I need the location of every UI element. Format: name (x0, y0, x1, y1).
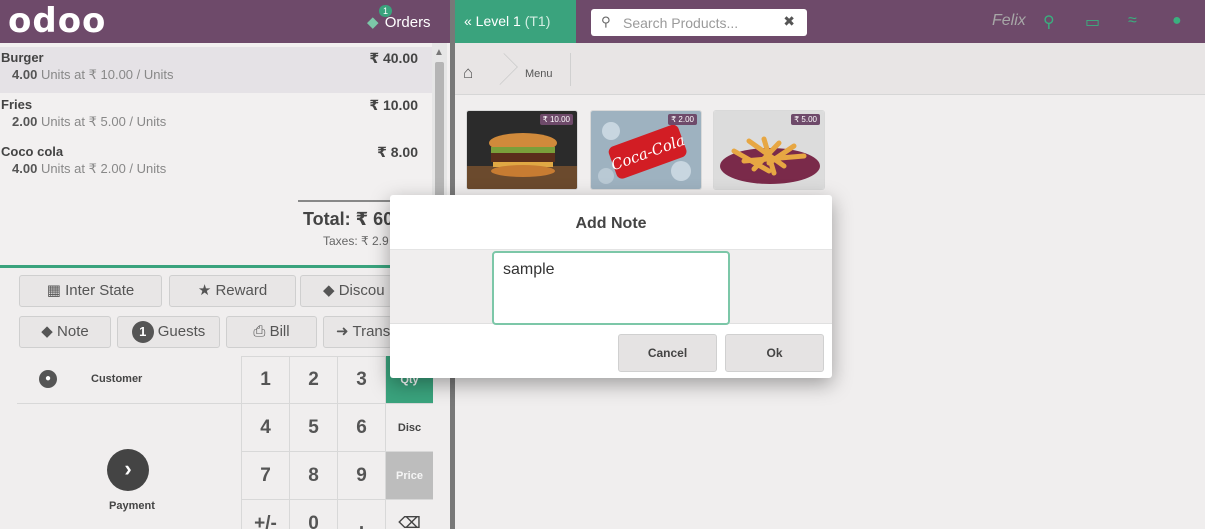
note-textarea[interactable]: sample (492, 251, 730, 325)
product-price: ₹ 5.00 (791, 114, 820, 125)
product-price: ₹ 10.00 (539, 114, 573, 125)
dialog-title: Add Note (390, 195, 832, 250)
cancel-button[interactable]: Cancel (618, 334, 717, 372)
add-note-dialog: Add Note sample Cancel Ok (390, 195, 832, 378)
product-price: ₹ 2.00 (668, 114, 697, 125)
ok-button[interactable]: Ok (725, 334, 824, 372)
